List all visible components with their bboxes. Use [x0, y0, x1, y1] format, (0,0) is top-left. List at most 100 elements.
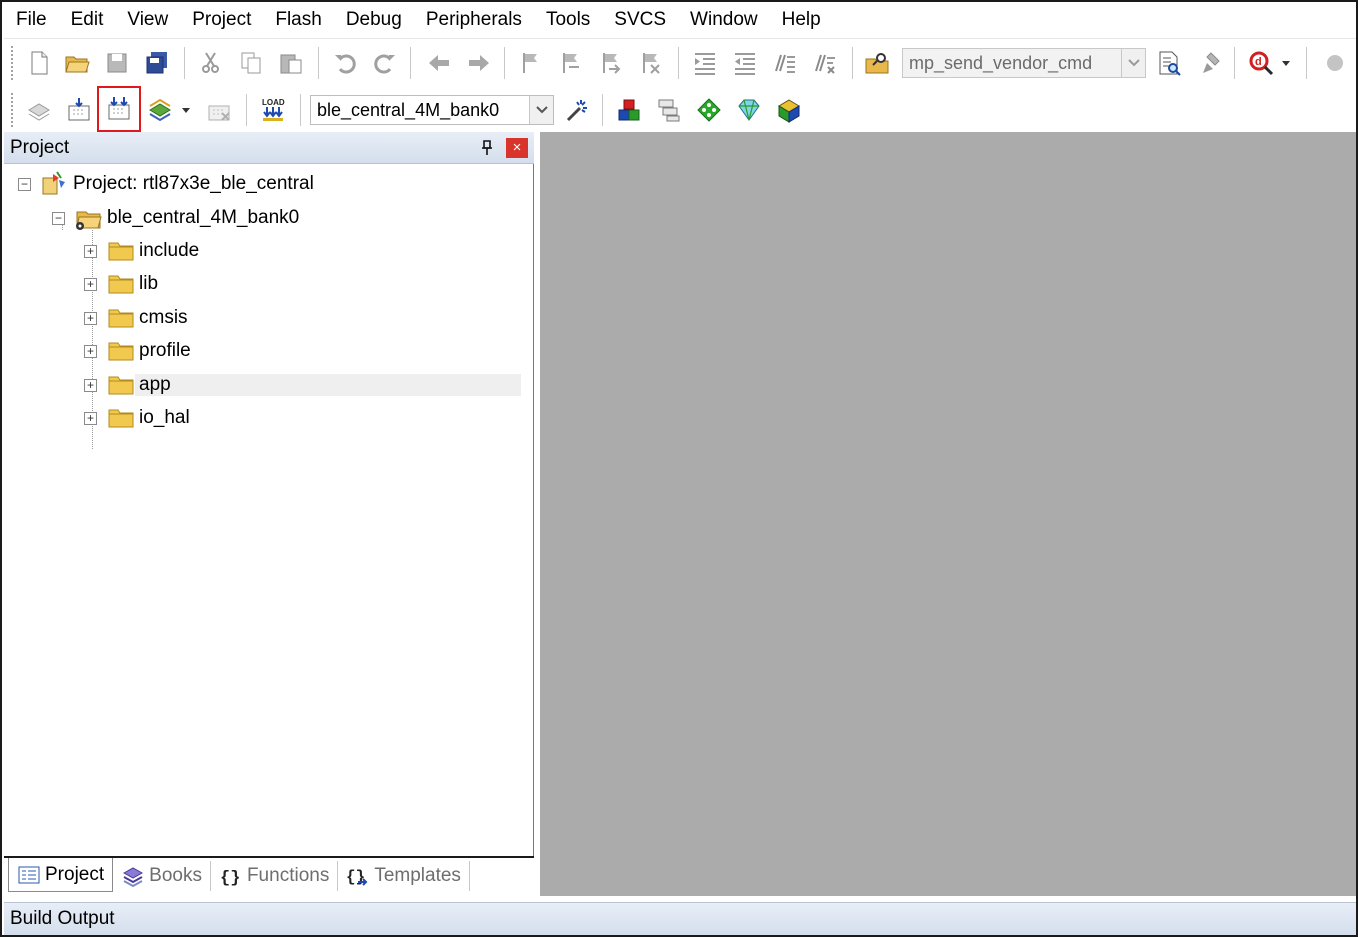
paste-button[interactable] — [274, 46, 308, 80]
new-file-button[interactable] — [22, 46, 56, 80]
expand-icon[interactable]: + — [84, 277, 97, 291]
tree-target[interactable]: − ble_central_4M_bank0 — [52, 202, 528, 234]
menu-view[interactable]: View — [115, 4, 180, 36]
find-combo[interactable]: mp_send_vendor_cmd — [902, 48, 1146, 78]
rebuild-button[interactable] — [97, 86, 141, 132]
save-button[interactable] — [100, 46, 134, 80]
group-label: io_hal — [139, 407, 190, 428]
find-in-files-button[interactable] — [860, 46, 894, 80]
build-output-panel: Build Output — [4, 902, 1356, 935]
editor-area[interactable] — [540, 132, 1356, 896]
uncomment-button[interactable] — [808, 46, 842, 80]
expand-icon[interactable]: + — [84, 244, 97, 258]
options-for-target-button[interactable] — [560, 93, 594, 127]
debug-restore-button[interactable] — [1192, 46, 1226, 80]
cut-button[interactable] — [194, 46, 228, 80]
tree-group-cmsis[interactable]: + cmsis — [84, 302, 528, 334]
tab-templates[interactable]: {} Templates — [338, 861, 470, 891]
build-icon — [68, 98, 90, 121]
group-label: include — [139, 240, 200, 261]
menu-peripherals[interactable]: Peripherals — [414, 4, 534, 36]
tree-group-app[interactable]: + app — [84, 369, 528, 401]
menu-tools[interactable]: Tools — [534, 4, 602, 36]
find-combo-value: mp_send_vendor_cmd — [909, 52, 1093, 73]
batch-build-icon — [149, 98, 171, 122]
tree-group-profile[interactable]: + profile — [84, 335, 528, 367]
batch-build-dropdown[interactable] — [176, 93, 196, 127]
menu-debug[interactable]: Debug — [334, 4, 414, 36]
tree-group-io-hal[interactable]: + io_hal — [84, 402, 528, 434]
menu-flash[interactable]: Flash — [263, 4, 333, 36]
expand-icon[interactable]: + — [84, 411, 97, 425]
source-browser-dropdown[interactable] — [1276, 46, 1296, 80]
open-file-button[interactable] — [60, 46, 94, 80]
undo-button[interactable] — [328, 46, 362, 80]
translate-button[interactable] — [22, 93, 56, 127]
comment-button[interactable] — [768, 46, 802, 80]
copy-button[interactable] — [234, 46, 268, 80]
next-bookmark-button[interactable] — [594, 46, 628, 80]
toolbar-grip[interactable] — [10, 92, 14, 128]
arrow-right-icon — [469, 55, 489, 71]
expand-icon[interactable]: + — [84, 344, 97, 358]
download-button[interactable]: LOAD — [256, 93, 290, 127]
clear-bookmarks-button[interactable] — [634, 46, 668, 80]
project-root-icon — [42, 171, 65, 195]
chevron-down-icon[interactable] — [529, 96, 553, 124]
menu-window[interactable]: Window — [678, 4, 770, 36]
expand-icon[interactable]: + — [84, 311, 97, 325]
unindent-button[interactable] — [728, 46, 762, 80]
expand-icon[interactable]: + — [84, 378, 97, 392]
group-label: lib — [139, 273, 159, 294]
svg-text:{}: {} — [346, 868, 365, 886]
stop-build-button[interactable] — [202, 93, 236, 127]
magic-wand-icon — [566, 100, 587, 122]
save-all-button[interactable] — [140, 46, 174, 80]
menu-edit[interactable]: Edit — [59, 4, 116, 36]
menu-project[interactable]: Project — [180, 4, 263, 36]
pack-installer-button[interactable] — [732, 93, 766, 127]
bookmark-prev-icon — [563, 53, 579, 73]
insert-bookmark-button[interactable] — [514, 46, 548, 80]
source-browser-button[interactable]: d — [1244, 46, 1278, 80]
collapse-icon[interactable]: − — [52, 211, 65, 225]
tree-root-project[interactable]: − Project: rtl87x3e_ble_central — [18, 168, 528, 200]
manage-rte-button[interactable] — [692, 93, 726, 127]
templates-icon: {} — [346, 868, 368, 886]
navigate-forward-button[interactable] — [462, 46, 496, 80]
menu-file[interactable]: File — [4, 4, 59, 36]
toolbar-separator — [1306, 47, 1307, 79]
manage-project-items-button[interactable] — [612, 93, 646, 127]
build-toolbar: LOAD ble_central_4M_bank0 — [4, 86, 812, 132]
batch-build-button[interactable] — [144, 93, 178, 127]
tab-project[interactable]: Project — [8, 858, 114, 892]
close-panel-button[interactable]: × — [506, 137, 528, 158]
software-packs-button[interactable] — [772, 93, 806, 127]
translate-icon — [28, 103, 50, 121]
tree-group-lib[interactable]: + lib — [84, 268, 528, 300]
toolbar-separator — [410, 47, 411, 79]
breakpoint-button[interactable] — [1318, 46, 1352, 80]
select-packs-button[interactable] — [652, 93, 686, 127]
build-button[interactable] — [62, 93, 96, 127]
toolbar-separator — [504, 47, 505, 79]
collapse-icon[interactable]: − — [18, 177, 31, 191]
redo-button[interactable] — [368, 46, 402, 80]
navigate-back-button[interactable] — [422, 46, 456, 80]
previous-bookmark-button[interactable] — [554, 46, 588, 80]
pin-icon[interactable] — [476, 137, 498, 159]
incremental-find-button[interactable] — [1152, 46, 1186, 80]
menu-svcs[interactable]: SVCS — [602, 4, 678, 36]
redo-icon — [374, 54, 395, 74]
panel-tabs: Project Books {} Functions {} Templates — [4, 856, 534, 894]
chevron-down-icon[interactable] — [1121, 49, 1145, 77]
target-select[interactable]: ble_central_4M_bank0 — [310, 95, 554, 125]
menu-help[interactable]: Help — [770, 4, 833, 36]
project-tab-icon — [18, 866, 40, 883]
indent-button[interactable] — [688, 46, 722, 80]
toolbar-grip[interactable] — [10, 45, 14, 81]
project-root-label: Project: rtl87x3e_ble_central — [73, 173, 314, 194]
tab-functions[interactable]: {} Functions — [211, 861, 339, 891]
tree-group-include[interactable]: + include — [84, 235, 528, 267]
tab-books[interactable]: Books — [113, 861, 211, 891]
